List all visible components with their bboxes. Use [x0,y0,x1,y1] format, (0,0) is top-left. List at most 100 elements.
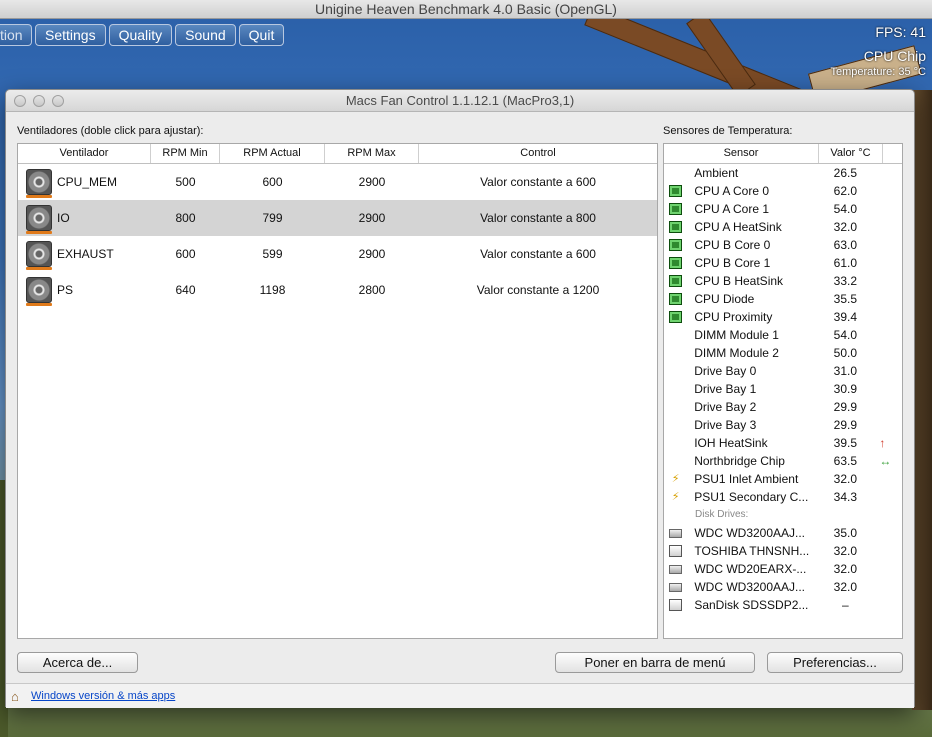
sensor-icon-blank [669,167,682,179]
fan-control[interactable]: Valor constante a 1200 [419,283,657,297]
fps-readout: FPS: 41 [875,24,926,40]
sensor-name: Ambient [694,166,739,180]
about-button[interactable]: Acerca de... [17,652,138,673]
col-ventilador[interactable]: Ventilador [18,144,151,163]
sensor-name: CPU A Core 1 [694,202,770,216]
menubar-button[interactable]: Poner en barra de menú [555,652,755,673]
col-valor[interactable]: Valor °C [819,144,883,163]
col-control[interactable]: Control [419,144,657,163]
sensor-row[interactable]: CPU Proximity 39.4 [664,308,902,326]
close-button[interactable] [14,95,26,107]
sensor-value: 50.0 [833,346,857,360]
fan-row[interactable]: IO 800 799 2900 Valor constante a 800 [18,200,657,236]
sensor-row[interactable]: DIMM Module 2 50.0 [664,344,902,362]
fan-icon [26,205,52,234]
fan-icon [26,241,52,270]
sensor-value: 63.5 [833,454,857,468]
sensor-row[interactable]: SanDisk SDSSDP2... – [664,596,902,614]
sensor-row[interactable]: CPU A HeatSink 32.0 [664,218,902,236]
sensor-row[interactable]: TOSHIBA THNSNH... 32.0 [664,542,902,560]
sensor-row[interactable]: Drive Bay 2 29.9 [664,398,902,416]
sensor-icon-blank [669,347,682,359]
disk-drives-list: WDC WD3200AAJ... 35.0 TOSHIBA THNSNH... 32.… [664,524,902,614]
chip-icon [669,257,683,269]
sensor-value: – [842,598,849,612]
sensor-name: CPU B HeatSink [694,274,784,288]
sensors-table-body: Ambient 26.5 CPU A Core 0 62.0 CPU A Core 1 5… [664,164,902,506]
sensor-name: TOSHIBA THNSNH... [694,544,810,558]
fan-name: EXHAUST [57,247,114,261]
fan-row[interactable]: EXHAUST 600 599 2900 Valor constante a 6… [18,236,657,272]
chip-icon [669,221,683,233]
macs-fan-control-window: Macs Fan Control 1.1.12.1 (MacPro3,1) Ve… [5,89,915,708]
sensor-row[interactable]: CPU A Core 1 54.0 [664,200,902,218]
sensor-row[interactable]: CPU B HeatSink 33.2 [664,272,902,290]
sensor-name: Drive Bay 1 [694,382,757,396]
sensor-name: CPU Diode [694,292,755,306]
sensor-name: SanDisk SDSSDP2... [694,598,809,612]
fan-control[interactable]: Valor constante a 600 [419,175,657,189]
benchmark-settings-button[interactable]: Settings [35,24,106,46]
trend-steady-icon: ↔ [879,454,892,468]
sensor-row[interactable]: Ambient 26.5 [664,164,902,182]
fan-rpm-max: 2800 [358,283,386,297]
chip-icon [669,293,683,305]
hdd-icon [669,582,683,592]
sensor-row[interactable]: CPU Diode 35.5 [664,290,902,308]
sensor-row[interactable]: IOH HeatSink 39.5 ↑ [664,434,902,452]
trend-up-icon: ↑ [879,436,886,450]
home-icon: ⌂ [11,689,19,704]
sensor-row[interactable]: ⚡ PSU1 Secondary C... 34.3 [664,488,902,506]
fan-name: CPU_MEM [57,175,118,189]
sensor-row[interactable]: Northbridge Chip 63.5 ↔ [664,452,902,470]
sensor-name: CPU A Core 0 [694,184,770,198]
sensor-value: 32.0 [833,544,858,558]
fan-rpm-min: 640 [175,283,196,297]
sensor-row[interactable]: ⚡ PSU1 Inlet Ambient 32.0 [664,470,902,488]
sensor-row[interactable]: Drive Bay 0 31.0 [664,362,902,380]
zoom-button[interactable] [52,95,64,107]
fan-control[interactable]: Valor constante a 600 [419,247,657,261]
sensor-row[interactable]: Drive Bay 1 30.9 [664,380,902,398]
sensor-name: WDC WD20EARX-... [694,562,807,576]
fan-row[interactable]: PS 640 1198 2800 Valor constante a 1200 [18,272,657,308]
col-rpm-max[interactable]: RPM Max [325,144,419,163]
minimize-button[interactable] [33,95,45,107]
sensor-row[interactable]: DIMM Module 1 54.0 [664,326,902,344]
benchmark-sound-button[interactable]: Sound [175,24,236,46]
sensor-name: Northbridge Chip [694,454,785,468]
ssd-icon [669,545,683,557]
window-title: Macs Fan Control 1.1.12.1 (MacPro3,1) [345,93,575,108]
sensor-value: 62.0 [833,184,858,198]
sensor-name: Drive Bay 0 [694,364,757,378]
benchmark-menu: tion Settings Quality Sound Quit [0,24,285,46]
sensor-row[interactable]: CPU A Core 0 62.0 [664,182,902,200]
col-sensor[interactable]: Sensor [664,144,819,163]
preferences-button[interactable]: Preferencias... [767,652,903,673]
sensors-table-header: Sensor Valor °C [664,144,902,164]
chip-icon [669,275,683,287]
sensor-row[interactable]: Drive Bay 3 29.9 [664,416,902,434]
sensor-value: 32.0 [833,472,857,486]
benchmark-quit-button[interactable]: Quit [238,24,285,46]
sensor-row[interactable]: WDC WD20EARX-... 32.0 [664,560,902,578]
sensor-value: 61.0 [833,256,858,270]
power-icon: ⚡ [671,473,680,485]
fan-rpm-actual: 799 [262,211,283,225]
fans-table-header: Ventilador RPM Min RPM Actual RPM Max Co… [18,144,657,164]
sensor-row[interactable]: WDC WD3200AAJ... 32.0 [664,578,902,596]
benchmark-quality-button[interactable]: Quality [108,24,173,46]
sensor-row[interactable]: CPU B Core 1 61.0 [664,254,902,272]
col-rpm-actual[interactable]: RPM Actual [220,144,325,163]
sensor-value: 39.4 [833,310,858,324]
fan-rpm-max: 2900 [358,247,386,261]
sensor-row[interactable]: WDC WD3200AAJ... 35.0 [664,524,902,542]
fan-row[interactable]: CPU_MEM 500 600 2900 Valor constante a 6… [18,164,657,200]
sensor-row[interactable]: CPU B Core 0 63.0 [664,236,902,254]
windows-version-link[interactable]: Windows versión & más apps [31,690,175,702]
benchmark-menu-partial[interactable]: tion [0,24,32,46]
col-rpm-min[interactable]: RPM Min [151,144,220,163]
hud-sensor-name: CPU Chip [863,48,926,64]
sensor-icon-blank [669,383,682,395]
fan-control[interactable]: Valor constante a 800 [419,211,657,225]
